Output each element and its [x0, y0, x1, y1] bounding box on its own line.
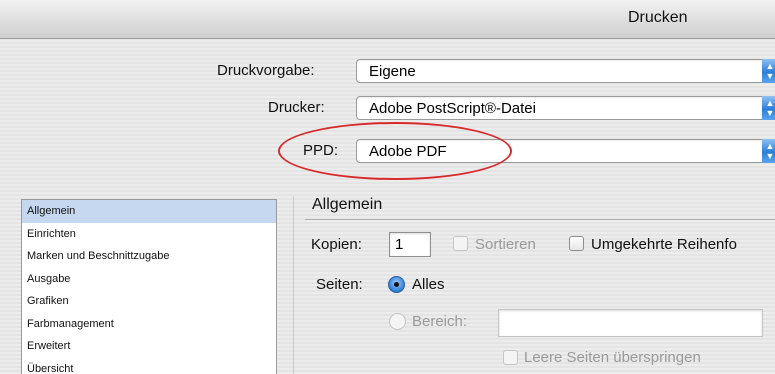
sidebar-item-erweitert[interactable]: Erweitert [22, 335, 276, 358]
updown-arrows-icon: ▲ ▼ [762, 59, 775, 83]
all-pages-label: Alles [412, 276, 445, 293]
updown-arrows-icon: ▲ ▼ [762, 139, 775, 163]
page-range-field[interactable] [498, 309, 763, 337]
sidebar-item-einrichten[interactable]: Einrichten [22, 223, 276, 246]
reverse-order-checkbox[interactable] [569, 236, 584, 251]
red-highlight-ellipse [278, 122, 512, 180]
preset-value: Eigene [369, 63, 416, 80]
copies-field[interactable]: 1 [389, 232, 431, 257]
panel-divider [293, 196, 294, 374]
section-separator [305, 219, 775, 220]
print-dialog: Drucken Druckvorgabe: Eigene ▲ ▼ Drucker:… [0, 0, 775, 374]
page-range-radio[interactable] [389, 313, 406, 330]
all-pages-radio[interactable] [388, 276, 405, 293]
pages-label: Seiten: [316, 276, 363, 293]
preset-label: Druckvorgabe: [217, 62, 315, 79]
skip-blank-label: Leere Seiten überspringen [524, 349, 701, 366]
category-list: Allgemein Einrichten Marken und Beschnit… [21, 199, 277, 374]
sidebar-item-marken[interactable]: Marken und Beschnittzugabe [22, 245, 276, 268]
sidebar-item-allgemein[interactable]: Allgemein [22, 200, 276, 223]
reverse-order-label: Umgekehrte Reihenfo [591, 236, 737, 253]
printer-label: Drucker: [268, 99, 325, 116]
collate-label: Sortieren [475, 236, 536, 253]
sidebar-item-uebersicht[interactable]: Übersicht [22, 358, 276, 374]
sidebar-item-grafiken[interactable]: Grafiken [22, 290, 276, 313]
page-range-label: Bereich: [412, 313, 468, 330]
printer-value: Adobe PostScript®-Datei [369, 100, 536, 117]
skip-blank-checkbox[interactable] [503, 350, 518, 365]
printer-select[interactable]: Adobe PostScript®-Datei ▲ ▼ [356, 96, 775, 120]
collate-checkbox[interactable] [453, 236, 468, 251]
window-title: Drucken [628, 9, 688, 26]
copies-value: 1 [395, 236, 404, 253]
title-bar: Drucken [0, 0, 775, 39]
updown-arrows-icon: ▲ ▼ [762, 96, 775, 120]
sidebar-item-farbmanagement[interactable]: Farbmanagement [22, 313, 276, 336]
preset-select[interactable]: Eigene ▲ ▼ [356, 59, 775, 83]
copies-label: Kopien: [311, 236, 362, 253]
section-title: Allgemein [312, 196, 383, 213]
sidebar-item-ausgabe[interactable]: Ausgabe [22, 268, 276, 291]
